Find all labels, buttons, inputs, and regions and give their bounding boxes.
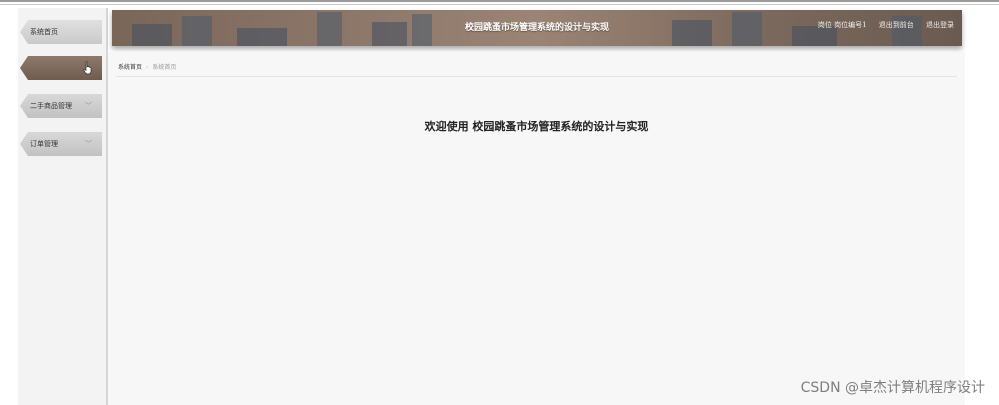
sidebar-item-used-goods[interactable]: 二手商品管理 ﹀ (20, 94, 102, 118)
sidebar-item-label: 系统首页 (30, 28, 58, 36)
sidebar-item-home[interactable]: 系统首页 (20, 20, 102, 44)
chevron-down-icon: ﹀ (85, 140, 92, 148)
watermark: CSDN @卓杰计算机程序设计 (800, 380, 985, 396)
top-rule-secondary (0, 4, 999, 5)
breadcrumb: 系统首页 › 系统首页 (118, 62, 176, 71)
breadcrumb-home[interactable]: 系统首页 (118, 64, 142, 71)
sidebar-item-active[interactable] (20, 56, 102, 80)
sidebar-item-orders[interactable]: 订单管理 ﹀ (20, 132, 102, 156)
hand-pointer-icon (83, 61, 92, 75)
sidebar-item-label: 订单管理 (30, 140, 58, 148)
chevron-down-icon: ﹀ (85, 102, 92, 110)
front-link[interactable]: 退出到前台 (879, 21, 914, 29)
top-rule (0, 0, 999, 2)
sidebar-item-label: 二手商品管理 (30, 102, 72, 110)
header-banner: 校园跳蚤市场管理系统的设计与实现 岗位 岗位编号1 退出到前台 退出登录 (112, 10, 962, 46)
breadcrumb-separator: › (146, 64, 149, 71)
role-label: 岗位 岗位编号1 (817, 21, 867, 29)
main-content: 系统首页 › 系统首页 欢迎使用 校园跳蚤市场管理系统的设计与实现 (108, 52, 965, 405)
logout-link[interactable]: 退出登录 (926, 21, 954, 29)
sidebar: 系统首页 二手商品管理 ﹀ 订单管理 ﹀ (18, 8, 108, 405)
user-info: 岗位 岗位编号1 退出到前台 退出登录 (808, 10, 954, 46)
welcome-message: 欢迎使用 校园跳蚤市场管理系统的设计与实现 (424, 120, 649, 133)
breadcrumb-divider (116, 76, 957, 77)
breadcrumb-current: 系统首页 (152, 64, 177, 71)
